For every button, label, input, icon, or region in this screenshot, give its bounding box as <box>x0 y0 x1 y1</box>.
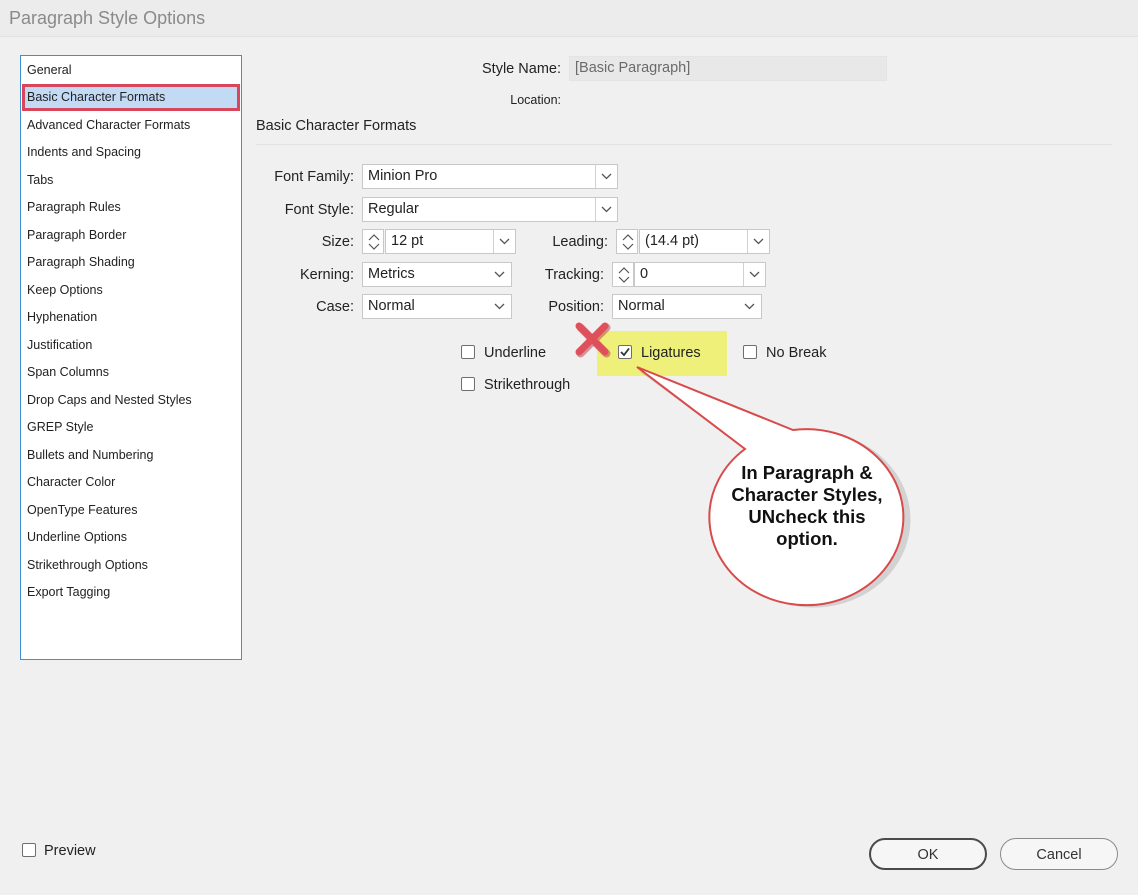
preview-checkbox[interactable] <box>22 843 36 857</box>
ok-button[interactable]: OK <box>869 838 987 870</box>
red-x-icon <box>575 322 611 358</box>
cancel-button[interactable]: Cancel <box>1000 838 1118 870</box>
callout-text: In Paragraph & Character Styles, UNcheck… <box>731 462 883 549</box>
preview-label[interactable]: Preview <box>44 843 96 859</box>
annotation-overlay <box>575 322 911 608</box>
